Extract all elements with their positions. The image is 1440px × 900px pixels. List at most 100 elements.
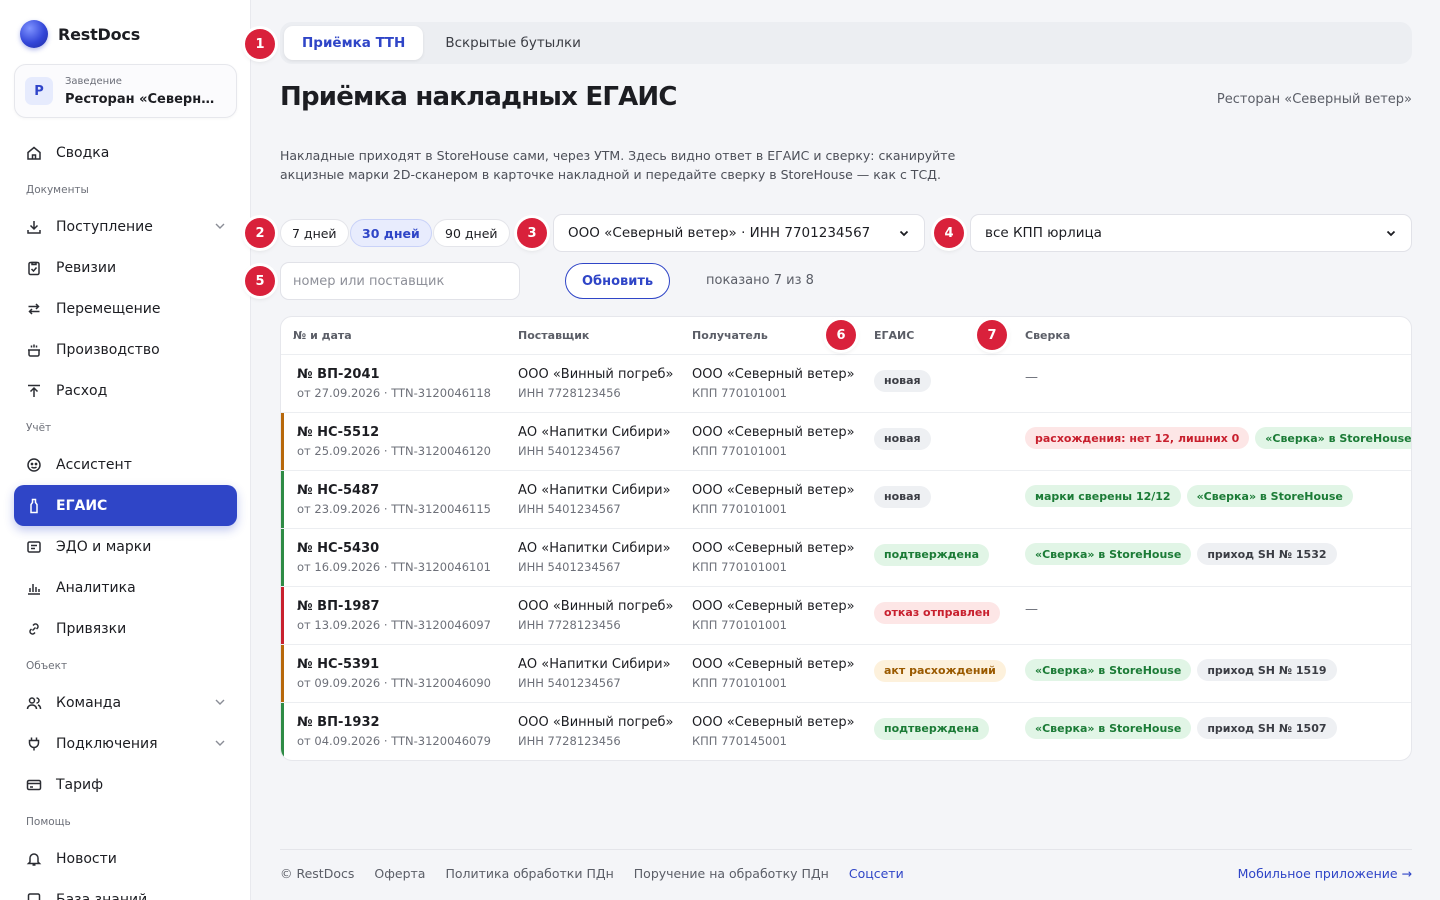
col-supplier: Поставщик xyxy=(518,329,590,342)
nav-bindings[interactable]: Привязки xyxy=(14,608,237,649)
nav-production[interactable]: Производство xyxy=(14,329,237,370)
kpp-select[interactable]: все КПП юрлица xyxy=(970,214,1412,252)
check-cell: «Сверка» в StoreHouse приход SH № 1532 xyxy=(1025,543,1337,565)
row-status-stripe xyxy=(281,529,284,586)
receiver-name: ООО «Северный ветер» xyxy=(692,657,855,672)
nav-transfer[interactable]: Перемещение xyxy=(14,288,237,329)
footer-privacy-link[interactable]: Политика обработки ПДн xyxy=(445,866,613,881)
invoice-date: от 04.09.2026 · TTN-3120046079 xyxy=(297,734,491,748)
invoice-number: № НС-5487 xyxy=(297,483,380,498)
check-empty: — xyxy=(1025,370,1038,385)
nav-income[interactable]: Поступление xyxy=(14,206,237,247)
table-row[interactable]: № НС-5391 от 09.09.2026 · TTN-3120046090… xyxy=(281,645,1411,703)
supplier-name: АО «Напитки Сибири» xyxy=(518,425,671,440)
nav-revisions-label: Ревизии xyxy=(56,259,117,276)
row-status-stripe xyxy=(281,703,284,760)
nav-kb[interactable]: База знаний xyxy=(14,879,237,900)
egais-status-badge: отказ отправлен xyxy=(874,601,1000,624)
home-icon xyxy=(26,145,42,161)
supplier-inn: ИНН 7728123456 xyxy=(518,386,621,400)
supplier-inn: ИНН 5401234567 xyxy=(518,560,621,574)
chevron-down-icon xyxy=(215,699,225,705)
page-title: Приёмка накладных ЕГАИС xyxy=(280,82,677,112)
supplier-name: АО «Напитки Сибири» xyxy=(518,541,671,556)
receiver-name: ООО «Северный ветер» xyxy=(692,483,855,498)
supplier-name: ООО «Винный погреб» xyxy=(518,715,674,730)
sidebar-nav: Сводка Документы Поступление Ревизии Пер… xyxy=(14,132,237,900)
supplier-inn: ИНН 5401234567 xyxy=(518,676,621,690)
receiver-name: ООО «Северный ветер» xyxy=(692,599,855,614)
egais-status-badge: подтверждена xyxy=(874,543,990,566)
chevron-down-icon xyxy=(899,230,909,237)
step-badge-5: 5 xyxy=(245,266,275,296)
download-icon xyxy=(26,219,42,235)
nav-income-label: Поступление xyxy=(56,218,153,235)
tab-bar: Приёмка ТТН Вскрытые бутылки xyxy=(280,22,1412,64)
step-badge-3: 3 xyxy=(517,218,547,248)
row-status-stripe xyxy=(281,645,284,702)
brand[interactable]: RestDocs xyxy=(20,20,140,48)
table-row[interactable]: № ВП-2041 от 27.09.2026 · TTN-3120046118… xyxy=(281,355,1411,413)
nav-connections[interactable]: Подключения xyxy=(14,723,237,764)
nav-tariff[interactable]: Тариф xyxy=(14,764,237,805)
footer-mobile-link[interactable]: Мобильное приложение → xyxy=(1238,866,1412,881)
kpp-select-value: все КПП юрлица xyxy=(985,225,1102,241)
check-chip: приход SH № 1532 xyxy=(1197,543,1337,565)
card-icon xyxy=(26,777,42,793)
footer-social-link[interactable]: Соцсети xyxy=(849,866,904,881)
check-chip: приход SH № 1519 xyxy=(1197,659,1337,681)
receiver-kpp: КПП 770101001 xyxy=(692,618,787,632)
nav-egais-label: ЕГАИС xyxy=(56,497,108,514)
tab-ttn[interactable]: Приёмка ТТН xyxy=(284,26,424,60)
check-chip: приход SH № 1507 xyxy=(1197,717,1337,739)
footer-offer-link[interactable]: Оферта xyxy=(374,866,425,881)
org-select-value: ООО «Северный ветер» · ИНН 7701234567 xyxy=(568,225,871,241)
nav-assistant[interactable]: Ассистент xyxy=(14,444,237,485)
venue-avatar: Р xyxy=(25,77,53,105)
supplier-inn: ИНН 5401234567 xyxy=(518,444,621,458)
supplier-inn: ИНН 7728123456 xyxy=(518,618,621,632)
supplier-name: АО «Напитки Сибири» xyxy=(518,657,671,672)
check-chip: «Сверка» в StoreHouse xyxy=(1025,659,1192,681)
org-select[interactable]: ООО «Северный ветер» · ИНН 7701234567 xyxy=(553,214,925,252)
nav-edo[interactable]: ЭДО и марки xyxy=(14,526,237,567)
check-cell: «Сверка» в StoreHouse приход SH № 1519 xyxy=(1025,659,1337,681)
supplier-inn: ИНН 7728123456 xyxy=(518,734,621,748)
table-body: № ВП-2041 от 27.09.2026 · TTN-3120046118… xyxy=(281,355,1411,760)
period-90-days[interactable]: 90 дней xyxy=(433,219,510,247)
table-row[interactable]: № ВП-1932 от 04.09.2026 · TTN-3120046079… xyxy=(281,703,1411,760)
nav-team[interactable]: Команда xyxy=(14,682,237,723)
nav-revisions[interactable]: Ревизии xyxy=(14,247,237,288)
receiver-name: ООО «Северный ветер» xyxy=(692,367,855,382)
search-input[interactable] xyxy=(280,262,520,300)
col-num: № и дата xyxy=(293,329,352,342)
arrows-swap-icon xyxy=(26,301,42,317)
supplier-inn: ИНН 5401234567 xyxy=(518,502,621,516)
nav-analytics[interactable]: Аналитика xyxy=(14,567,237,608)
shown-count: показано 7 из 8 xyxy=(706,273,814,288)
period-7-days[interactable]: 7 дней xyxy=(280,219,349,247)
nav-expense[interactable]: Расход xyxy=(14,370,237,411)
table-row[interactable]: № НС-5512 от 25.09.2026 · TTN-3120046120… xyxy=(281,413,1411,471)
chevron-down-icon xyxy=(1386,230,1396,237)
refresh-button[interactable]: Обновить xyxy=(565,263,671,299)
tab-opened-bottles[interactable]: Вскрытые бутылки xyxy=(427,26,599,60)
table-row[interactable]: № НС-5487 от 23.09.2026 · TTN-3120046115… xyxy=(281,471,1411,529)
nav-egais[interactable]: ЕГАИС xyxy=(14,485,237,526)
footer-order-link[interactable]: Поручение на обработку ПДн xyxy=(634,866,829,881)
table-row[interactable]: № НС-5430 от 16.09.2026 · TTN-3120046101… xyxy=(281,529,1411,587)
step-badge-2: 2 xyxy=(245,218,275,248)
period-30-days[interactable]: 30 дней xyxy=(350,219,432,247)
search-row: 5 Обновить показано 7 из 8 xyxy=(245,262,980,300)
nav-news[interactable]: Новости xyxy=(14,838,237,879)
nav-summary[interactable]: Сводка xyxy=(14,132,237,173)
table-row[interactable]: № ВП-1987 от 13.09.2026 · TTN-3120046097… xyxy=(281,587,1411,645)
egais-status-badge: новая xyxy=(874,369,931,392)
page-description: Накладные приходят в StoreHouse сами, че… xyxy=(280,148,956,182)
nav-kb-label: База знаний xyxy=(56,891,148,900)
footer: © RestDocs Оферта Политика обработки ПДн… xyxy=(280,849,1412,895)
check-empty: — xyxy=(1025,602,1038,617)
venue-switcher[interactable]: Р Заведение Ресторан «Северный ветер» xyxy=(14,64,237,118)
check-cell: «Сверка» в StoreHouse приход SH № 1507 xyxy=(1025,717,1337,739)
clipboard-icon xyxy=(26,260,42,276)
